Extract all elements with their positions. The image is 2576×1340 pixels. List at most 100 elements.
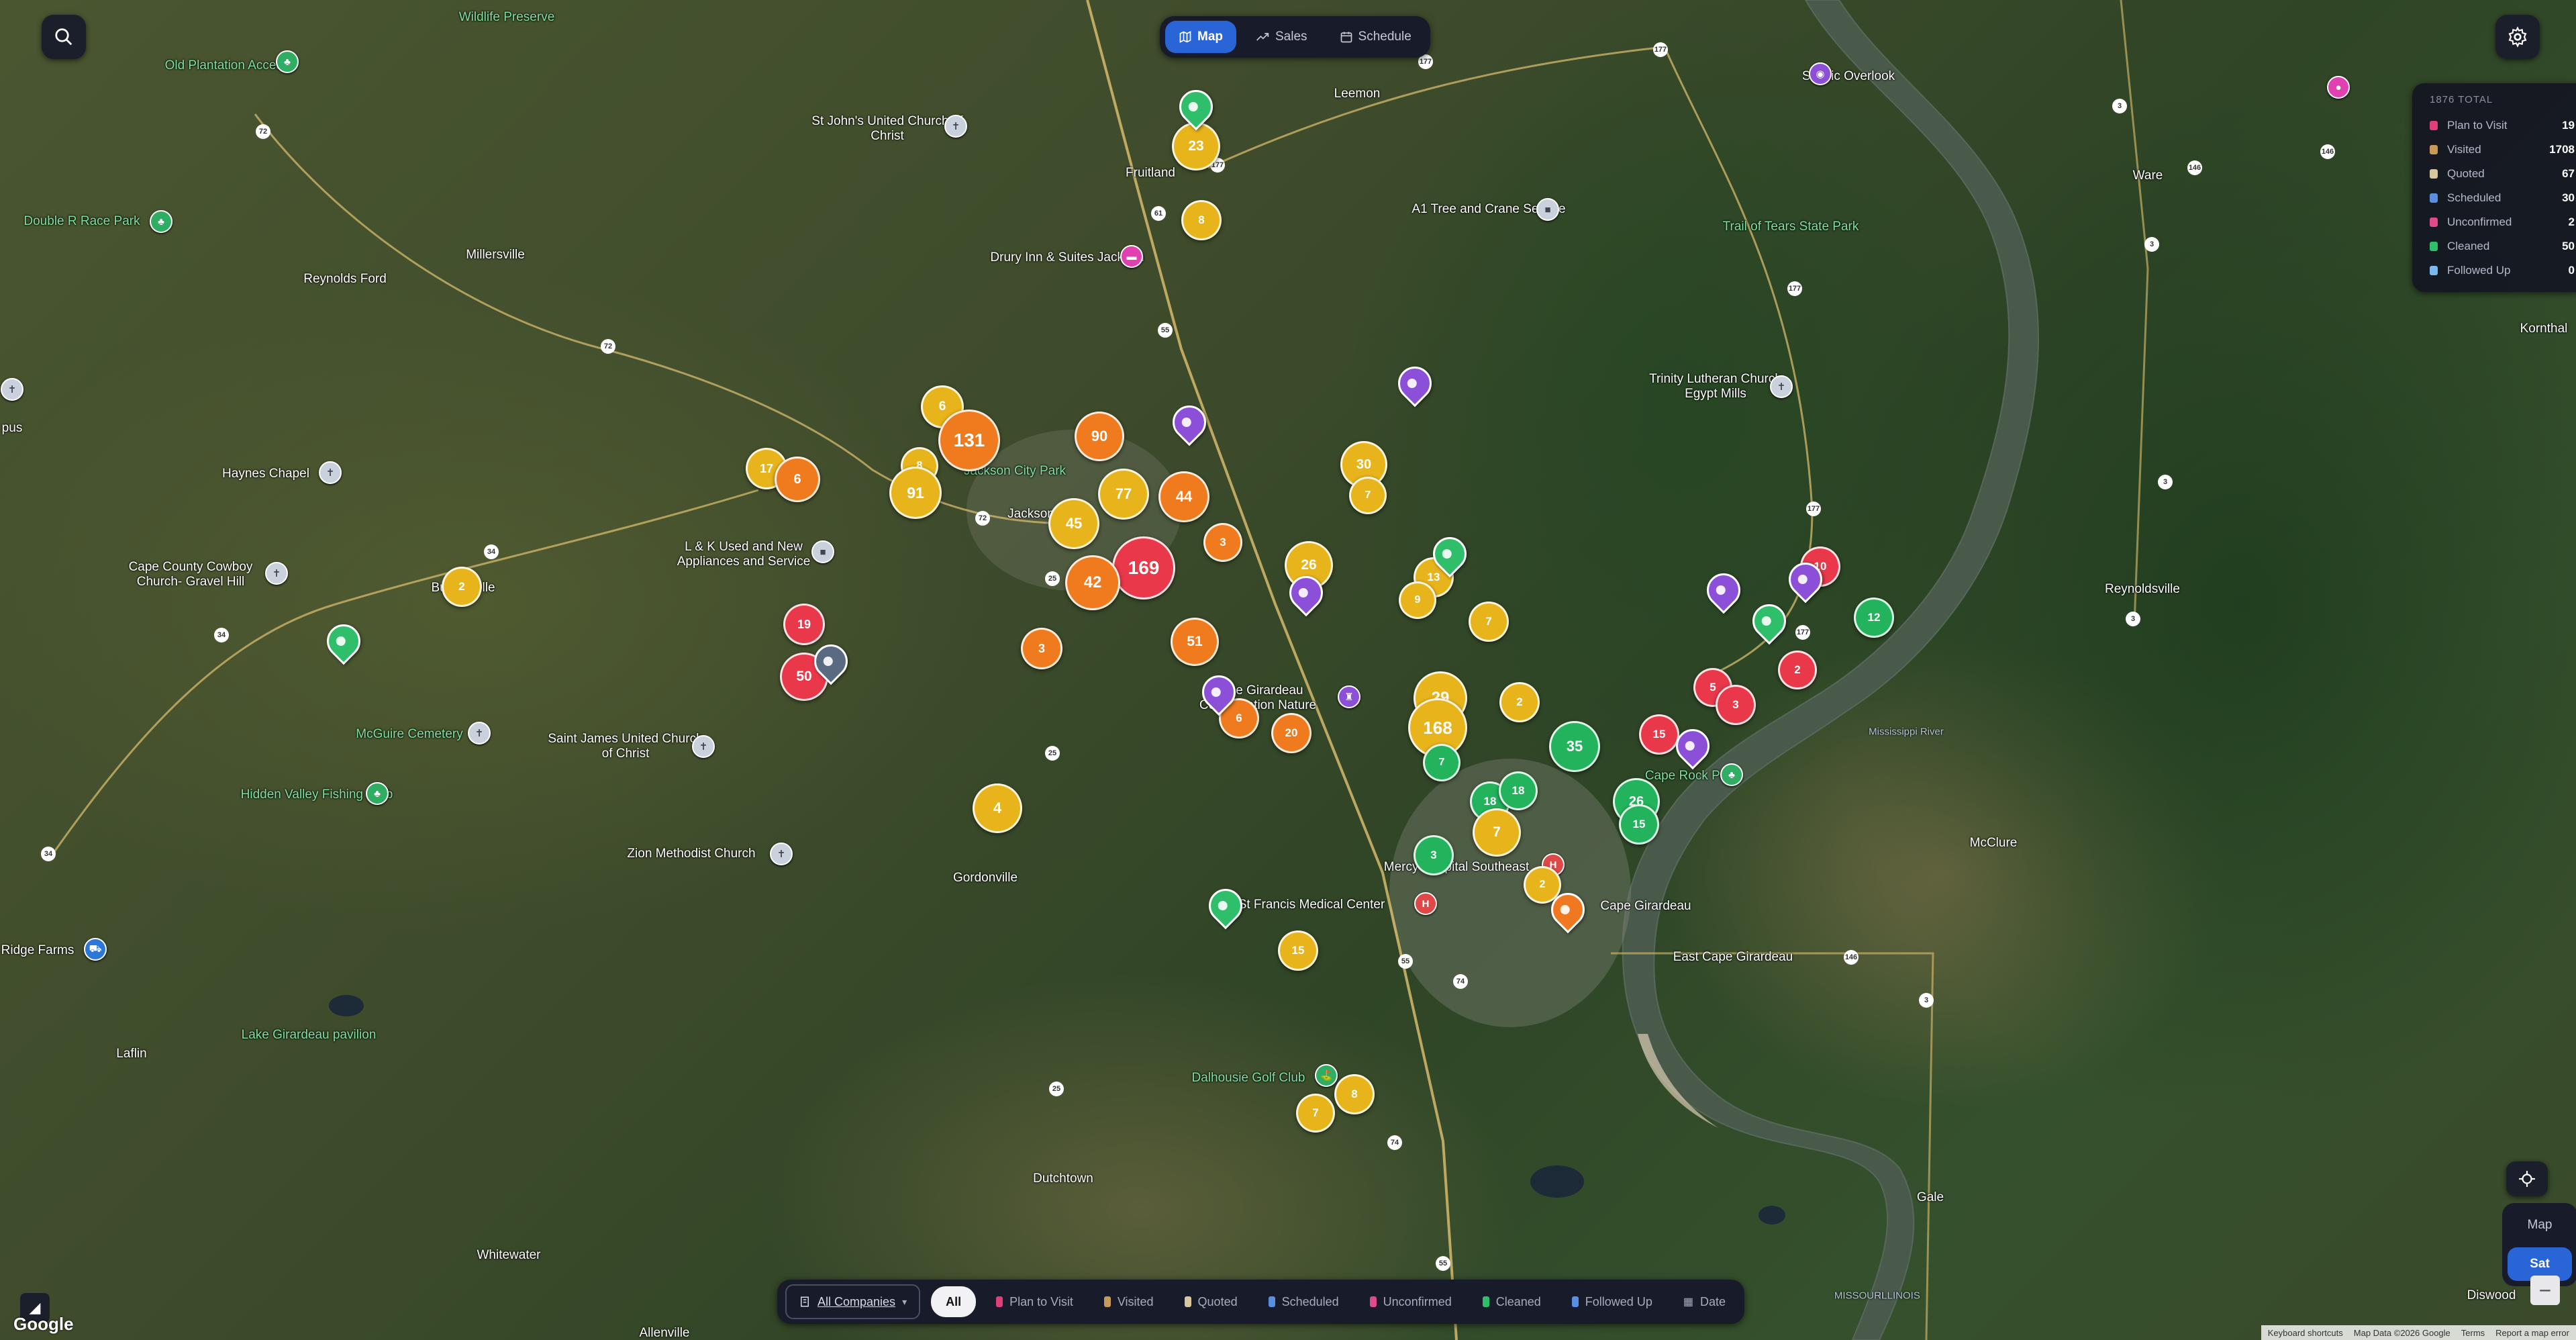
settings-button[interactable] — [2495, 15, 2540, 59]
marker-cluster[interactable]: 7 — [1469, 602, 1509, 642]
church-icon[interactable]: ✝ — [319, 461, 342, 484]
road-shield: 146 — [2187, 160, 2202, 175]
marker-cluster[interactable]: 15 — [1639, 714, 1679, 755]
marker-cluster[interactable]: 8 — [1334, 1074, 1375, 1114]
legend-swatch — [2430, 218, 2438, 227]
mode-map-label: Map — [1197, 30, 1223, 44]
place-label: St Francis Medical Center — [1238, 898, 1385, 912]
zoom-out-button[interactable]: − — [2530, 1276, 2560, 1305]
church-icon[interactable]: ✝ — [944, 115, 967, 138]
marker-cluster[interactable]: 35 — [1549, 721, 1600, 772]
marker-cluster[interactable]: 2 — [1499, 682, 1540, 722]
calendar-icon — [1340, 32, 1352, 43]
tree-icon[interactable]: ♣ — [276, 50, 299, 73]
marker-cluster[interactable]: 7 — [1423, 744, 1460, 781]
filter-chip[interactable]: Scheduled — [1258, 1286, 1350, 1317]
mode-map[interactable]: Map — [1165, 21, 1236, 53]
marker-cluster[interactable]: 3 — [1203, 523, 1242, 562]
legend-count: 2 — [2568, 216, 2575, 228]
marker-cluster[interactable]: 7 — [1349, 477, 1387, 514]
filter-chip[interactable]: Cleaned — [1472, 1286, 1552, 1317]
marker-cluster[interactable]: 4 — [973, 783, 1022, 833]
recenter-button[interactable] — [2506, 1161, 2548, 1196]
road-shield: 55 — [1436, 1256, 1450, 1271]
church-icon[interactable]: ✝ — [770, 843, 793, 865]
filter-chip[interactable]: Visited — [1093, 1286, 1165, 1317]
marker-cluster[interactable]: 19 — [783, 604, 825, 645]
marker-cluster[interactable]: 169 — [1112, 536, 1175, 600]
search-icon — [55, 28, 72, 46]
attribution-link[interactable]: Keyboard shortcuts — [2268, 1328, 2343, 1338]
marker-cluster[interactable]: 2 — [442, 567, 482, 607]
marker-cluster[interactable]: 18 — [1499, 771, 1538, 810]
legend-item[interactable]: Plan to Visit 19 — [2430, 113, 2575, 138]
marker-cluster[interactable]: 42 — [1065, 555, 1120, 610]
hospital-icon[interactable]: H — [1414, 892, 1437, 915]
attribution-link[interactable]: Report a map error — [2495, 1328, 2569, 1338]
marker-cluster[interactable]: 15 — [1619, 804, 1659, 845]
legend-item[interactable]: Followed Up 0 — [2430, 258, 2575, 283]
marker-cluster[interactable]: 3 — [1716, 685, 1756, 725]
marker-cluster[interactable]: 44 — [1158, 471, 1209, 522]
marker-cluster[interactable]: 7 — [1296, 1094, 1335, 1133]
mode-schedule[interactable]: Schedule — [1326, 21, 1425, 53]
marker-cluster[interactable]: 2 — [1778, 651, 1817, 689]
marker-cluster[interactable]: 3 — [1021, 628, 1062, 669]
museum-icon[interactable]: ♜ — [1338, 685, 1360, 708]
tree-icon[interactable]: ♣ — [150, 210, 172, 233]
marker-cluster[interactable]: 51 — [1171, 618, 1219, 666]
tree-icon[interactable]: ♣ — [366, 782, 389, 805]
legend-item[interactable]: Quoted 67 — [2430, 162, 2575, 186]
legend-item[interactable]: Cleaned 50 — [2430, 234, 2575, 258]
marker-cluster[interactable]: 20 — [1271, 713, 1311, 753]
legend-count: 50 — [2562, 240, 2575, 252]
marker-cluster[interactable]: 90 — [1075, 412, 1124, 461]
marker-cluster[interactable]: 12 — [1854, 597, 1894, 638]
church-icon[interactable]: ✝ — [468, 722, 491, 745]
company-select-label: All Companies — [818, 1294, 896, 1308]
filter-chip[interactable]: All — [931, 1286, 977, 1317]
company-select[interactable]: All Companies ▾ — [785, 1284, 921, 1319]
filter-chip[interactable]: Plan to Visit — [985, 1286, 1084, 1317]
map-canvas[interactable]: Wildlife Preserve Old Plantation Access St… — [0, 0, 2576, 1340]
marker-cluster[interactable]: 15 — [1278, 930, 1318, 971]
filter-chip[interactable]: Followed Up — [1561, 1286, 1663, 1317]
place-label: Mercy Hospital Southeast — [1383, 860, 1530, 875]
legend-item[interactable]: Unconfirmed 2 — [2430, 210, 2575, 234]
marker-cluster[interactable]: 9 — [1399, 581, 1436, 619]
map-type-map[interactable]: Map — [2508, 1208, 2572, 1242]
legend-count: 1708 — [2549, 143, 2575, 156]
marker-cluster[interactable]: 45 — [1048, 498, 1099, 549]
filter-chip[interactable]: ▦ Date — [1673, 1286, 1736, 1317]
legend-item[interactable]: Scheduled 30 — [2430, 186, 2575, 210]
mode-sales[interactable]: Sales — [1242, 21, 1321, 53]
store-icon[interactable]: ■ — [1536, 198, 1559, 221]
hotel-icon[interactable]: ▬ — [1120, 245, 1143, 268]
filter-chip[interactable]: Quoted — [1174, 1286, 1248, 1317]
church-icon[interactable]: ✝ — [265, 562, 288, 585]
filter-swatch — [1268, 1296, 1275, 1307]
place-label: L & K Used and New Appliances and Servic… — [677, 540, 811, 569]
marker-cluster[interactable]: 7 — [1473, 808, 1521, 857]
map-icon — [1179, 31, 1191, 43]
cart-icon[interactable]: ⛟ — [84, 938, 107, 961]
church-icon[interactable]: ✝ — [1, 378, 23, 401]
filter-chip[interactable]: Unconfirmed — [1359, 1286, 1463, 1317]
marker-cluster[interactable]: 3 — [1414, 835, 1454, 875]
legend-label: Quoted — [2447, 167, 2485, 180]
store-icon[interactable]: ■ — [811, 540, 834, 563]
attribution-link[interactable]: Terms — [2461, 1328, 2485, 1338]
legend-item[interactable]: Visited 1708 — [2430, 138, 2575, 162]
marker-cluster[interactable]: 6 — [775, 457, 820, 502]
marker-cluster[interactable]: 77 — [1098, 469, 1149, 520]
church-icon[interactable]: ✝ — [1770, 375, 1793, 398]
marker-cluster[interactable]: 8 — [1181, 200, 1222, 240]
golf-icon[interactable]: ⛳ — [1315, 1064, 1338, 1087]
church-icon[interactable]: ✝ — [692, 735, 715, 758]
tree-icon[interactable]: ♣ — [1720, 763, 1743, 786]
camera-icon[interactable]: ◉ — [1809, 62, 1832, 85]
pin-icon[interactable]: ● — [2327, 76, 2350, 99]
marker-cluster[interactable]: 131 — [938, 410, 1000, 471]
search-button[interactable] — [42, 15, 86, 59]
marker-cluster[interactable]: 91 — [889, 467, 942, 519]
